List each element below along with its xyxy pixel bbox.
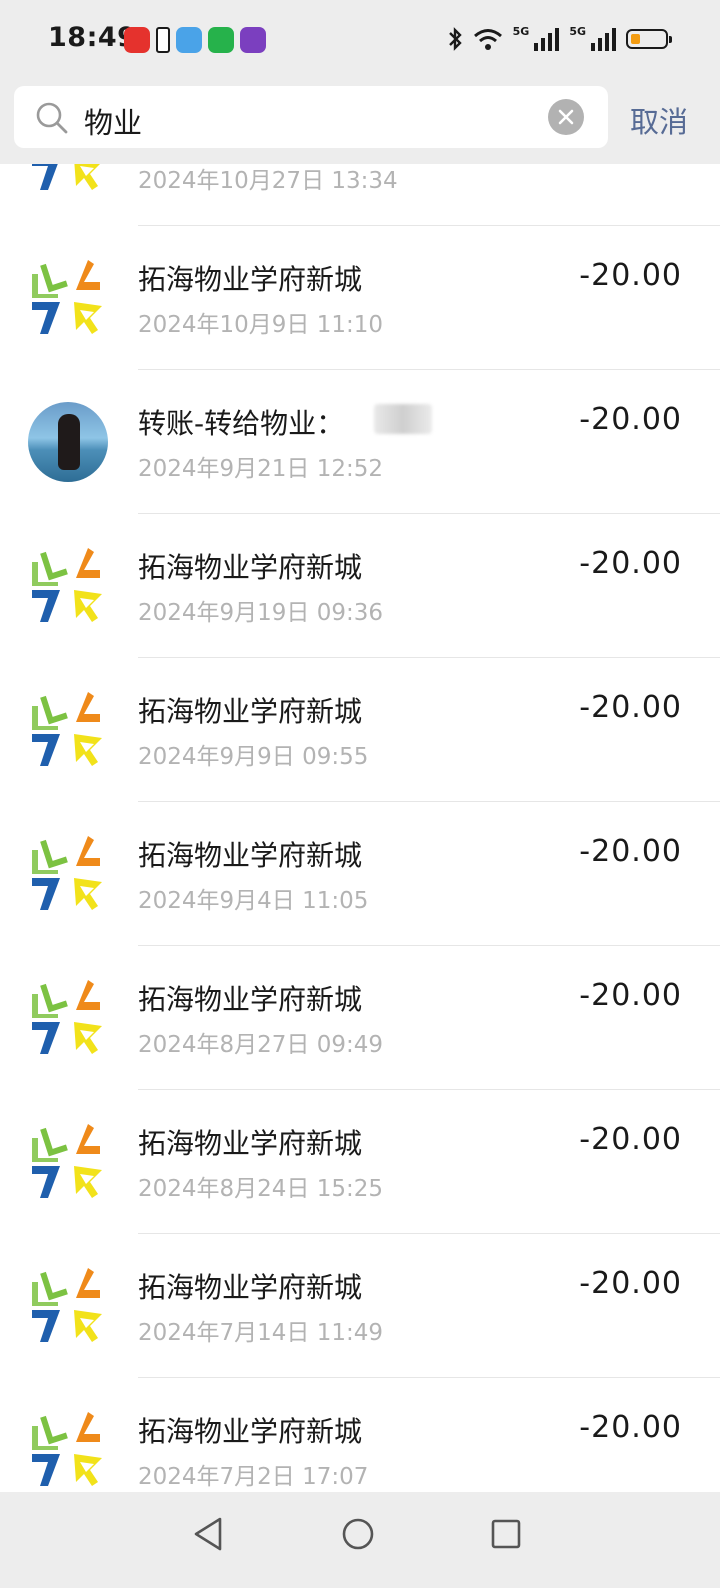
merchant-logo-icon — [32, 548, 102, 622]
transaction-row[interactable]: 拓海物业学府新城 2024年9月4日 11:05 -20.00 — [0, 802, 720, 946]
avatar — [28, 402, 108, 482]
transaction-date: 2024年10月27日 13:34 — [138, 168, 398, 194]
transaction-date: 2024年10月9日 11:10 — [138, 312, 384, 338]
merchant-logo-icon — [32, 1412, 102, 1486]
transaction-list[interactable]: 2024年10月27日 13:34 拓海物业学府新城 2024年10月9日 11:1… — [0, 164, 720, 1492]
transaction-row[interactable]: 2024年10月27日 13:34 — [0, 164, 720, 226]
transaction-row[interactable]: 拓海物业学府新城 2024年10月9日 11:10 -20.00 — [0, 226, 720, 370]
video-app-icon — [124, 27, 150, 53]
battery-saver-icon — [156, 27, 170, 53]
transaction-amount: -20.00 — [579, 690, 682, 725]
transaction-amount: -20.00 — [579, 546, 682, 581]
transaction-date: 2024年7月2日 17:07 — [138, 1464, 369, 1490]
search-input[interactable]: 物业 — [84, 100, 142, 142]
recents-icon[interactable] — [488, 1514, 524, 1554]
transaction-amount: -20.00 — [579, 1266, 682, 1301]
transaction-title: 拓海物业学府新城 — [138, 1271, 363, 1304]
network-label-2: 5G — [569, 24, 586, 38]
transaction-date: 2024年9月21日 12:52 — [138, 456, 384, 482]
transaction-row[interactable]: 拓海物业学府新城 2024年9月9日 09:55 -20.00 — [0, 658, 720, 802]
transaction-title: 拓海物业学府新城 — [138, 983, 363, 1016]
transaction-title: 拓海物业学府新城 — [138, 551, 363, 584]
notification-icons — [124, 27, 266, 53]
battery-icon — [626, 29, 672, 49]
transaction-title: 拓海物业学府新城 — [138, 1415, 363, 1448]
transaction-title: 拓海物业学府新城 — [138, 839, 363, 872]
bluetooth-icon — [448, 27, 462, 51]
redacted-name — [374, 404, 432, 434]
search-box[interactable]: 物业 — [14, 86, 608, 148]
transaction-amount: -20.00 — [579, 1122, 682, 1157]
transaction-list-inner: 2024年10月27日 13:34 拓海物业学府新城 2024年10月9日 11:1… — [0, 164, 720, 1492]
merchant-logo-icon — [32, 1124, 102, 1198]
transaction-amount: -20.00 — [579, 834, 682, 869]
status-bar: 18:49 5G 5G — [0, 0, 720, 80]
signal-icon — [591, 28, 616, 51]
merchant-logo-icon — [32, 1268, 102, 1342]
cancel-button[interactable]: 取消 — [630, 99, 688, 141]
transaction-title: 拓海物业学府新城 — [138, 1127, 363, 1160]
game-app-icon — [240, 27, 266, 53]
status-right: 5G 5G — [447, 24, 672, 52]
transaction-date: 2024年7月14日 11:49 — [138, 1320, 384, 1346]
search-icon — [36, 102, 68, 134]
transaction-date: 2024年9月19日 09:36 — [138, 600, 384, 626]
video-play-app-icon — [208, 27, 234, 53]
transaction-title: 转账-转给物业： — [138, 407, 345, 440]
close-icon — [558, 109, 574, 125]
weather-app-icon — [176, 27, 202, 53]
transaction-amount: -20.00 — [579, 402, 682, 437]
signal-icon — [534, 28, 560, 51]
transaction-date: 2024年8月27日 09:49 — [138, 1032, 384, 1058]
transaction-row[interactable]: 拓海物业学府新城 2024年8月24日 15:25 -20.00 — [0, 1090, 720, 1234]
merchant-logo-icon — [32, 980, 102, 1054]
merchant-logo-icon — [32, 692, 102, 766]
back-icon[interactable] — [190, 1514, 226, 1554]
transaction-title: 拓海物业学府新城 — [138, 695, 363, 728]
transaction-amount: -20.00 — [579, 1410, 682, 1445]
network-label-1: 5G — [512, 24, 530, 38]
clear-search-button[interactable] — [548, 99, 584, 135]
merchant-logo-icon — [32, 260, 102, 334]
transaction-date: 2024年9月9日 09:55 — [138, 744, 369, 770]
merchant-logo-icon — [32, 836, 102, 910]
transaction-row[interactable]: 拓海物业学府新城 2024年9月19日 09:36 -20.00 — [0, 514, 720, 658]
top-bar: 18:49 5G 5G 物业 取消 — [0, 0, 720, 164]
transaction-row[interactable]: 拓海物业学府新城 2024年7月14日 11:49 -20.00 — [0, 1234, 720, 1378]
transaction-date: 2024年9月4日 11:05 — [138, 888, 369, 914]
wifi-icon — [473, 29, 502, 50]
navigation-bar — [0, 1492, 720, 1588]
transaction-row[interactable]: 拓海物业学府新城 2024年8月27日 09:49 -20.00 — [0, 946, 720, 1090]
transaction-amount: -20.00 — [579, 978, 682, 1013]
merchant-logo-icon — [32, 164, 100, 190]
transaction-row[interactable]: 转账-转给物业： 2024年9月21日 12:52 -20.00 — [0, 370, 720, 514]
transaction-row[interactable]: 拓海物业学府新城 2024年7月2日 17:07 -20.00 — [0, 1378, 720, 1492]
battery-level — [631, 34, 641, 44]
transaction-title: 拓海物业学府新城 — [138, 263, 363, 296]
home-icon[interactable] — [338, 1514, 378, 1554]
transaction-amount: -20.00 — [579, 258, 682, 293]
transaction-date: 2024年8月24日 15:25 — [138, 1176, 384, 1202]
